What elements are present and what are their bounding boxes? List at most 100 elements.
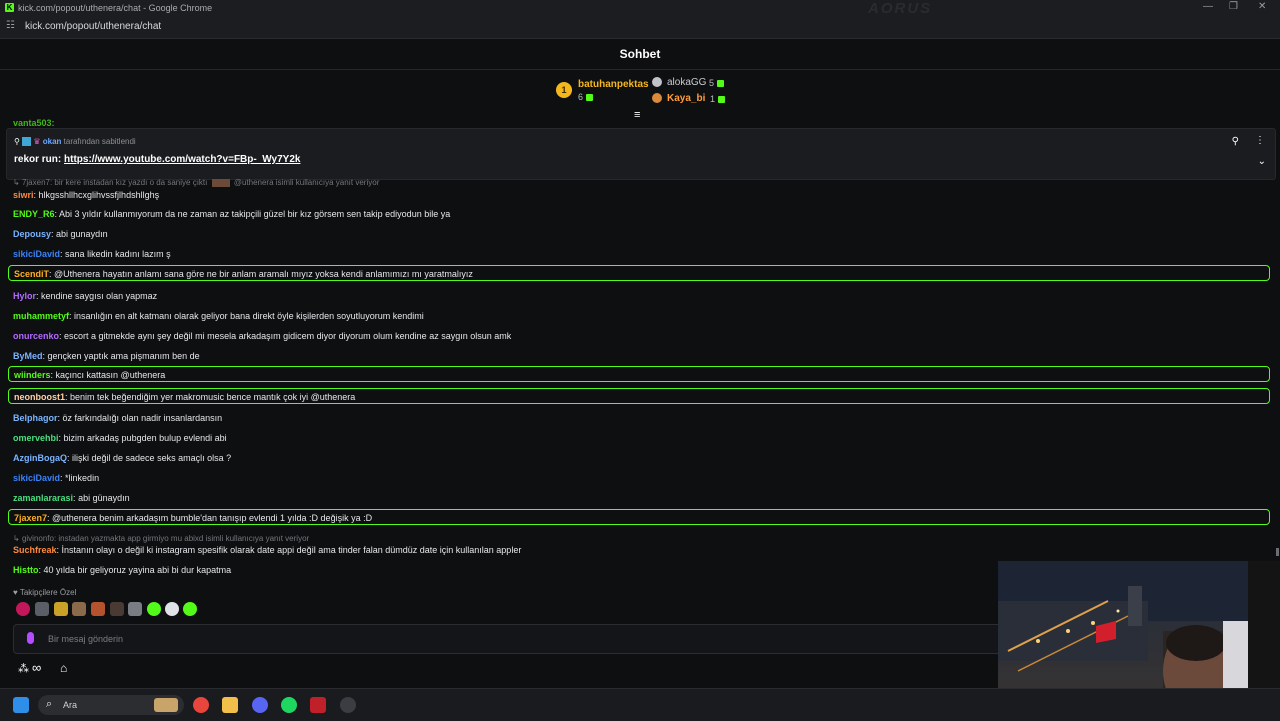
chat-username[interactable]: omervehbi xyxy=(13,433,59,443)
reply-suffix: @uthenera isimli kullanıcıya yanıt veriy… xyxy=(233,178,380,187)
chevron-down-icon[interactable]: ⌄ xyxy=(1258,156,1266,167)
chat-username[interactable]: sikiciDavid xyxy=(13,249,60,259)
message-input[interactable]: Bir mesaj gönderin xyxy=(13,624,1015,654)
chat-message-text: kendine saygısı olan yapmaz xyxy=(41,291,158,301)
expand-leaderboard-icon[interactable]: ≡ xyxy=(634,110,640,121)
chat-username[interactable]: 7jaxen7 xyxy=(14,513,47,523)
chat-username[interactable]: Histto xyxy=(13,565,39,575)
chat-message-text: @Uthenera hayatın anlamı sana göre ne bi… xyxy=(54,269,473,279)
infinity-icon[interactable]: ∞ xyxy=(32,660,41,675)
gift-leaderboard: 1 batuhanpektas 6 alokaGG 5 Kaya_bi 1 ≡ xyxy=(0,70,1280,121)
highlighted-chat-message: ScendiT: @Uthenera hayatın anlamı sana g… xyxy=(8,265,1270,281)
chat-message: Belphagor: öz farkındalığı olan nadir in… xyxy=(8,412,1275,424)
chat-message-text: gençken yaptık ama pişmanım ben de xyxy=(47,351,200,361)
chat-message: ByMed: gençken yaptık ama pişmanım ben d… xyxy=(8,350,1275,362)
chat-message: AzginBogaQ: ilişki değil de sadece seks … xyxy=(8,452,1275,464)
chat-message: ENDY_R6: Abi 3 yıldır kullanmıyorum da n… xyxy=(8,208,1275,220)
leader-3-name[interactable]: Kaya_bi xyxy=(667,93,705,104)
gift-icon xyxy=(717,80,725,88)
restore-icon[interactable]: ❐ xyxy=(1229,1,1238,12)
taskbar-search[interactable]: ⌕ Ara xyxy=(38,695,184,715)
chat-username[interactable]: ScendiT xyxy=(14,269,49,279)
emote-icon[interactable] xyxy=(35,602,49,616)
chat-username[interactable]: Hylor xyxy=(13,291,36,301)
file-explorer-icon[interactable] xyxy=(222,697,238,713)
chat-message-text: sana likedin kadını lazım ş xyxy=(65,249,171,259)
emote-icon[interactable] xyxy=(91,602,105,616)
chat-message-text: öz farkındalığı olan nadir insanlardansı… xyxy=(62,413,223,423)
store-icon[interactable]: ⌂ xyxy=(60,661,67,675)
chat-bottom-toolbar: ⁂ ∞ ⌂ xyxy=(0,655,1000,685)
chrome-icon[interactable] xyxy=(193,697,209,713)
url-text[interactable]: kick.com/popout/uthenera/chat xyxy=(25,21,161,32)
gift-icon xyxy=(718,96,726,104)
chat-message: sikiciDavid: *linkedin xyxy=(8,472,1275,484)
site-info-icon[interactable]: ☷ xyxy=(6,21,16,31)
chat-username[interactable]: zamanlararasi xyxy=(13,493,73,503)
pinned-by-user[interactable]: okan xyxy=(43,137,62,146)
leader-1-count: 6 xyxy=(578,92,594,102)
chat-message: siwri: hlkgsshllhcxglihvssfjlhdshllghş xyxy=(8,189,1275,201)
window-titlebar: K kick.com/popout/uthenera/chat - Google… xyxy=(0,0,1280,17)
spotify-icon[interactable] xyxy=(281,697,297,713)
chat-username[interactable]: muhammetyf xyxy=(13,311,69,321)
pinned-by-text: tarafından sabitlendi xyxy=(63,137,136,146)
chat-message-text: benim tek beğendiğim yer makromusic benc… xyxy=(70,392,356,402)
reply-text: givinonfo: instadan yazmakta app girmiyo… xyxy=(21,534,310,543)
message-input-placeholder: Bir mesaj gönderin xyxy=(48,634,124,644)
pinned-link[interactable]: https://www.youtube.com/watch?v=FBp-_Wy7… xyxy=(64,154,300,165)
chat-message-text: @uthenera benim arkadaşım bumble'dan tan… xyxy=(52,513,373,523)
emote-icon[interactable] xyxy=(165,602,179,616)
chat-username[interactable]: Depousy xyxy=(13,229,51,239)
discord-icon[interactable] xyxy=(252,697,268,713)
heart-icon: ♥ xyxy=(13,588,18,597)
leader-1-name[interactable]: batuhanpektas xyxy=(578,79,649,90)
windows-start-icon[interactable] xyxy=(13,697,29,713)
emote-icon[interactable] xyxy=(72,602,86,616)
unpin-icon[interactable]: ⚲ xyxy=(1232,136,1239,147)
pinned-content: rekor run: https://www.youtube.com/watch… xyxy=(14,154,300,165)
search-icon: ⌕ xyxy=(46,698,53,710)
emote-icon[interactable] xyxy=(16,602,30,616)
chat-username[interactable]: Belphagor xyxy=(13,413,58,423)
minimize-icon[interactable]: — xyxy=(1203,1,1213,12)
streaming-app-icon[interactable] xyxy=(310,697,326,713)
emote-icon[interactable] xyxy=(54,602,68,616)
followers-only-text: Takipçilere Özel xyxy=(19,588,77,597)
reply-context: ↳ givinonfo: instadan yazmakta app girmi… xyxy=(13,534,309,543)
reply-text: 7jaxen7: bir kere instadan kız yazdı o d… xyxy=(21,178,208,187)
chat-header: Sohbet xyxy=(0,39,1280,70)
microphone-icon[interactable] xyxy=(27,632,34,644)
chat-message: omervehbi: bizim arkadaş pubgden bulup e… xyxy=(8,432,1275,444)
more-options-icon[interactable]: ⋮ xyxy=(1255,135,1265,146)
chat-username[interactable]: siwri xyxy=(13,190,34,200)
emote-icon[interactable] xyxy=(110,602,124,616)
chat-message-text: insanlığın en alt katmanı olarak geliyor… xyxy=(74,311,424,321)
chat-message: Hylor: kendine saygısı olan yapmaz xyxy=(8,290,1275,302)
aorus-watermark: AORUS xyxy=(868,0,933,17)
chat-username[interactable]: sikiciDavid xyxy=(13,473,60,483)
chat-username[interactable]: neonboost1 xyxy=(14,392,65,402)
highlighted-chat-message: wiinders: kaçıncı kattasın @uthenera xyxy=(8,366,1270,382)
windows-taskbar: ⌕ Ara xyxy=(0,688,1280,721)
chat-username[interactable]: onurcenko xyxy=(13,331,59,341)
chat-message-text: escort a gitmekde aynı şey değil mi mese… xyxy=(64,331,512,341)
chat-username[interactable]: ENDY_R6 xyxy=(13,209,55,219)
reply-icon: ↳ xyxy=(13,178,20,187)
emote-icon[interactable] xyxy=(128,602,142,616)
emote-icon[interactable] xyxy=(183,602,197,616)
obs-icon[interactable] xyxy=(340,697,356,713)
chat-username[interactable]: AzginBogaQ xyxy=(13,453,67,463)
close-icon[interactable]: ✕ xyxy=(1258,1,1266,12)
share-icon[interactable]: ⁂ xyxy=(18,662,29,675)
chat-message: Depousy: abi gunaydın xyxy=(8,228,1275,240)
scrollbar-thumb[interactable] xyxy=(1276,548,1279,556)
emote-icon[interactable] xyxy=(147,602,161,616)
gold-medal-icon: 1 xyxy=(556,82,572,98)
emote-thumbnail xyxy=(211,178,230,187)
leader-2-count: 5 xyxy=(709,78,725,88)
leader-2-name[interactable]: alokaGG xyxy=(667,77,706,88)
chat-username[interactable]: Suchfreak xyxy=(13,545,57,555)
chat-username[interactable]: ByMed xyxy=(13,351,43,361)
chat-username[interactable]: wiinders xyxy=(14,370,51,380)
